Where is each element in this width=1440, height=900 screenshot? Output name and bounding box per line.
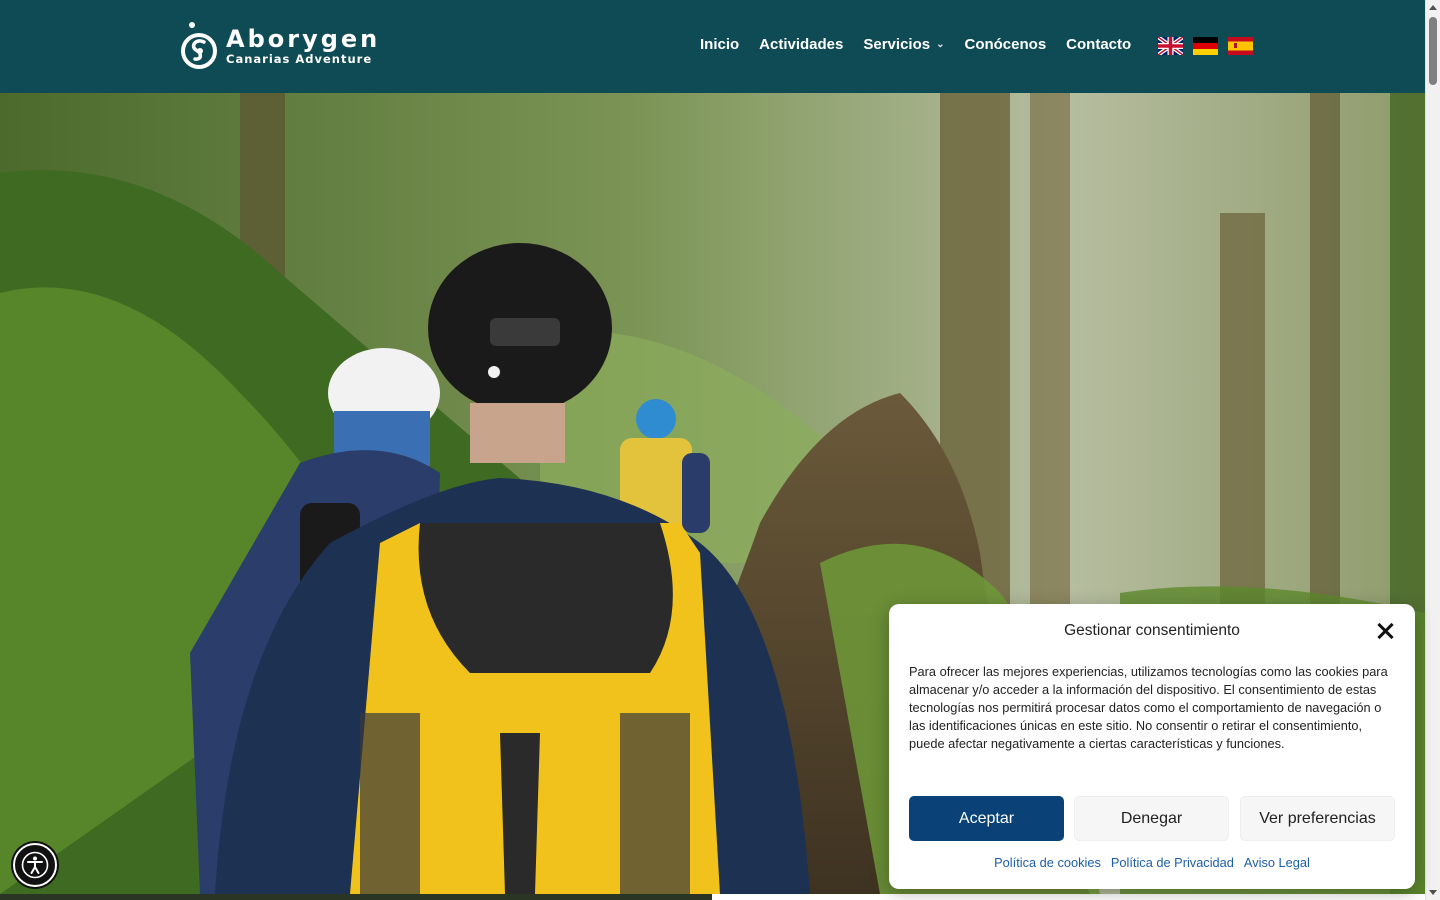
logo[interactable]: Aborygen Canarias Adventure — [180, 20, 380, 72]
nav-servicios[interactable]: Servicios ⌄ — [863, 36, 944, 53]
nav-servicios-label: Servicios — [863, 36, 931, 53]
chevron-down-icon: ⌄ — [936, 39, 945, 50]
language-switcher — [1158, 37, 1253, 55]
nav-inicio[interactable]: Inicio — [700, 36, 739, 53]
accept-button[interactable]: Aceptar — [909, 796, 1064, 841]
nav-actividades-label: Actividades — [759, 36, 844, 53]
cookie-policy-link[interactable]: Política de cookies — [994, 855, 1101, 870]
cookie-dialog-title: Gestionar consentimiento — [1064, 622, 1240, 639]
cookie-dialog-links: Política de cookies Política de Privacid… — [889, 855, 1415, 870]
backpack-brand-text: ALTUS — [452, 673, 586, 717]
bottom-strip — [0, 894, 1425, 900]
privacy-policy-link[interactable]: Política de Privacidad — [1111, 855, 1234, 870]
uk-flag-icon[interactable] — [1158, 37, 1183, 55]
logo-title: Aborygen — [226, 25, 381, 53]
site-header: Aborygen Canarias Adventure Inicio Activ… — [0, 0, 1425, 93]
view-preferences-button[interactable]: Ver preferencias — [1240, 796, 1395, 841]
cookie-dialog-body: Para ofrecer las mejores experiencias, u… — [909, 664, 1388, 751]
legal-notice-link[interactable]: Aviso Legal — [1244, 855, 1310, 870]
germany-flag-icon[interactable] — [1193, 37, 1218, 55]
spain-flag-icon[interactable] — [1228, 37, 1253, 55]
logo-icon — [180, 20, 218, 72]
scroll-up-icon[interactable] — [1429, 5, 1437, 10]
nav-actividades[interactable]: Actividades — [759, 36, 843, 53]
accessibility-icon — [21, 851, 49, 879]
scroll-down-icon[interactable] — [1429, 890, 1437, 895]
logo-subtitle: Canarias Adventure — [226, 52, 373, 66]
close-icon[interactable] — [1375, 621, 1395, 641]
nav-contacto-label: Contacto — [1066, 36, 1132, 53]
nav-conocenos-label: Conócenos — [964, 36, 1047, 53]
scroll-thumb[interactable] — [1429, 17, 1437, 85]
scrollbar[interactable] — [1425, 0, 1440, 900]
cookie-consent-dialog: Gestionar consentimiento Para ofrecer la… — [889, 604, 1415, 889]
main-nav: Inicio Actividades Servicios ⌄ Conócenos … — [700, 36, 1151, 53]
deny-button[interactable]: Denegar — [1074, 796, 1229, 841]
nav-inicio-label: Inicio — [700, 36, 740, 53]
nav-contacto[interactable]: Contacto — [1066, 36, 1131, 53]
accessibility-button[interactable] — [13, 843, 57, 887]
nav-conocenos[interactable]: Conócenos — [964, 36, 1046, 53]
